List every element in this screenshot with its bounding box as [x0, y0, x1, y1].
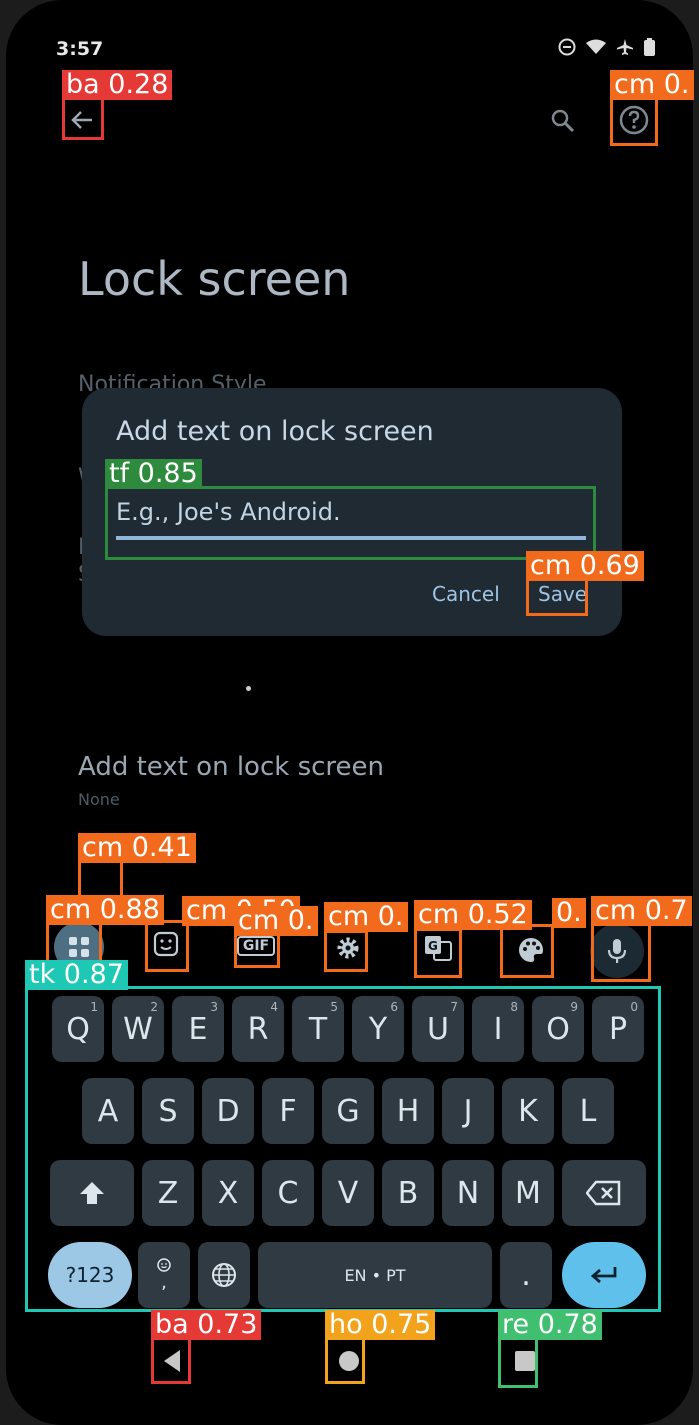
detection-label: cm 0.: [610, 70, 694, 100]
setting-add-text-title[interactable]: Add text on lock screen: [78, 752, 384, 782]
detection-label: cm 0.7: [591, 896, 692, 926]
detection-label: cm 0.: [234, 906, 318, 936]
detection-box-textfield: [105, 486, 596, 560]
detection-label: tk 0.87: [25, 960, 128, 990]
detection-box-settings: [324, 930, 368, 972]
detection-box-translate: [414, 928, 462, 978]
detection-box-sticker: [145, 920, 189, 972]
dialog-title: Add text on lock screen: [116, 416, 434, 447]
detection-label: tf 0.85: [105, 459, 202, 489]
detection-label: cm 0.41: [78, 833, 196, 863]
detection-label: ba 0.73: [151, 1310, 262, 1340]
detection-label: 0.: [552, 898, 586, 928]
status-icons: [558, 38, 655, 56]
battery-icon: [644, 38, 655, 56]
scroll-dot: [246, 686, 251, 691]
detection-box-mic: [591, 922, 651, 982]
detection-label: ho 0.75: [325, 1310, 436, 1340]
detection-label: cm 0.: [324, 902, 408, 932]
detection-label: cm 0.52: [414, 900, 532, 930]
cancel-button[interactable]: Cancel: [432, 582, 500, 606]
detection-box-save: [526, 578, 588, 616]
detection-box-home-nav: [325, 1336, 365, 1384]
detection-box-help: [610, 96, 658, 146]
detection-label: ba 0.28: [62, 70, 173, 100]
detection-label: re 0.78: [498, 1310, 602, 1340]
search-icon[interactable]: [550, 108, 576, 134]
setting-add-text-value: None: [78, 790, 120, 809]
detection-box-gif: [234, 932, 280, 968]
wifi-icon: [586, 39, 606, 54]
detection-box-theme: [500, 924, 554, 978]
page-title: Lock screen: [78, 252, 351, 306]
detection-box-keyboard: [25, 986, 661, 1312]
detection-box-back-nav: [151, 1336, 191, 1384]
status-time: 3:57: [56, 38, 104, 60]
detection-label: cm 0.88: [46, 895, 164, 925]
dnd-icon: [558, 38, 576, 56]
detection-box-recents-nav: [498, 1336, 538, 1388]
detection-label: cm 0.69: [526, 551, 644, 581]
airplane-icon: [617, 39, 633, 55]
detection-box-back: [62, 96, 104, 140]
